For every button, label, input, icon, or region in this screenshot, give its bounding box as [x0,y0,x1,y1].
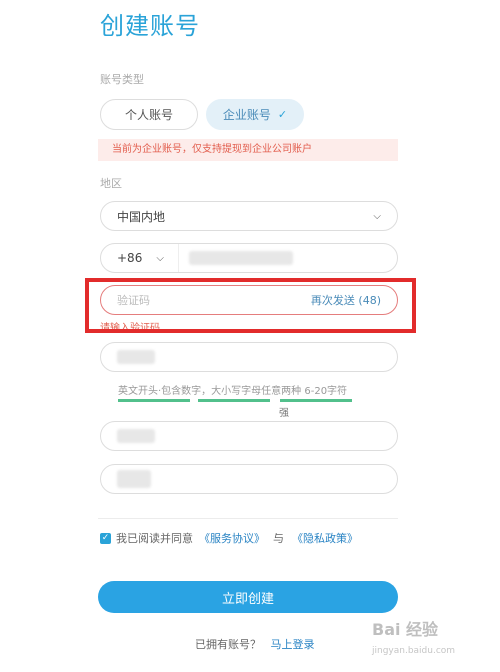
login-prompt-row: 已拥有账号？ 马上登录 [195,636,315,652]
agreement-and: 与 [273,532,284,545]
phone-field[interactable]: +86 ⌵ [100,243,398,273]
divider [98,518,398,519]
country-code-select[interactable]: +86 ⌵ [117,244,179,272]
privacy-link[interactable]: 《隐私政策》 [292,530,358,546]
account-type-label: 账号类型 [100,73,144,86]
chevron-down-icon: ⌵ [156,252,164,264]
personal-account-button[interactable]: 个人账号 [100,99,198,130]
confirm-password-redacted [117,429,155,443]
password-hint: 英文开头·包含数字，大小写字母任意两种 6-20字符 [118,386,348,397]
verification-code-error: 请输入验证码 [100,323,160,334]
region-select[interactable]: 中国内地 ⌵ [100,201,398,231]
region-label: 地区 [100,177,122,190]
company-account-button[interactable]: 企业账号 ✓ [206,99,304,130]
baidu-watermark: Bai 经验 jingyan.baidu.com [372,616,455,656]
phone-number-redacted [188,251,293,265]
strength-bar-segment [198,399,270,402]
verification-code-input[interactable]: 验证码 再次发送 (48) [100,285,398,315]
watermark-main: Bai 经验 [372,620,439,639]
check-icon: ✓ [277,108,288,121]
agreement-row: ✓ 我已阅读并同意 《服务协议》 与 《隐私政策》 [100,530,358,546]
login-link[interactable]: 马上登录 [271,638,315,651]
terms-link[interactable]: 《服务协议》 [199,530,265,546]
country-code-value: +86 [117,251,143,265]
confirm-password-input[interactable] [100,421,398,451]
account-type-notice: 当前为企业账号，仅支持提现到企业公司账户 [98,139,398,161]
password-input[interactable] [100,342,398,372]
resend-code-button[interactable]: 再次发送 (48) [311,292,381,308]
agreement-checkbox[interactable]: ✓ [100,532,111,544]
extra-input-redacted [117,470,151,488]
extra-input[interactable] [100,464,398,494]
company-account-label: 企业账号 [222,108,271,122]
strength-bar-segment [280,399,352,402]
watermark-sub: jingyan.baidu.com [372,646,456,656]
create-account-button[interactable]: 立即创建 [98,581,398,613]
create-account-label: 立即创建 [221,591,274,607]
region-value: 中国内地 [117,209,166,224]
verification-code-placeholder: 验证码 [117,294,150,307]
password-redacted [117,350,155,364]
login-prompt: 已拥有账号？ [195,638,261,651]
page-title: 创建账号 [100,12,200,40]
agreement-text: 我已阅读并同意 [116,532,193,545]
personal-account-label: 个人账号 [124,108,173,122]
password-strength-label: 强 [279,408,289,419]
chevron-down-icon: ⌵ [373,210,381,222]
strength-bar-segment [118,399,190,402]
